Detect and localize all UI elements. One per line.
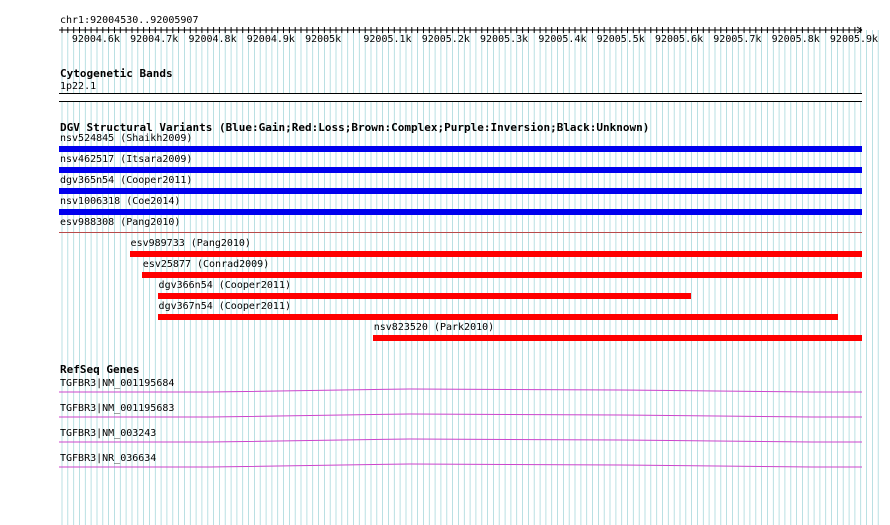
variant-label[interactable]: esv988308 (Pang2010) (60, 217, 180, 228)
variant-label[interactable]: nsv524845 (Shaikh2009) (60, 133, 192, 144)
variant-bar[interactable] (59, 188, 862, 194)
variant-label[interactable]: nsv1006318 (Coe2014) (60, 196, 180, 207)
gene-intron-line[interactable] (0, 386, 890, 396)
gene-intron-line[interactable] (0, 461, 890, 471)
ruler-tick-label: 92005.9k (829, 34, 879, 45)
ruler-tick-label: 92005k (305, 34, 342, 45)
cytoband-track-title: Cytogenetic Bands (60, 67, 173, 80)
cytoband-bar[interactable] (59, 93, 862, 102)
variant-bar[interactable] (59, 146, 862, 152)
variant-label[interactable]: nsv823520 (Park2010) (374, 322, 494, 333)
gene-intron-line[interactable] (0, 436, 890, 446)
variant-label[interactable]: esv25877 (Conrad2009) (143, 259, 269, 270)
variant-bar[interactable] (141, 272, 862, 278)
ruler-tick-label: 92004.6k (71, 34, 120, 45)
genome-browser-panel: chr1:92004530..92005907 92004.6k 92004.7k… (0, 0, 890, 525)
ruler-axis (59, 26, 863, 34)
refseq-track-title: RefSeq Genes (60, 363, 140, 376)
variant-label[interactable]: dgv366n54 (Cooper2011) (159, 280, 291, 291)
ruler-tick-label: 92005.1k (363, 34, 412, 45)
variant-bar[interactable] (59, 232, 862, 233)
ruler-tick-label: 92005.8k (771, 34, 820, 45)
ruler-tick-label: 92005.3k (480, 34, 529, 45)
variant-bar[interactable] (129, 251, 862, 257)
variant-bar[interactable] (372, 335, 862, 341)
ruler-tick-label: 92005.5k (596, 34, 645, 45)
variant-bar[interactable] (157, 314, 838, 320)
ruler-tick-label: 92004.8k (188, 34, 237, 45)
variant-label[interactable]: nsv462517 (Itsara2009) (60, 154, 192, 165)
cytoband-label[interactable]: 1p22.1 (60, 81, 96, 92)
variant-label[interactable]: esv989733 (Pang2010) (131, 238, 251, 249)
ruler-tick-label: 92005.2k (421, 34, 470, 45)
variant-label[interactable]: dgv367n54 (Cooper2011) (159, 301, 291, 312)
gene-intron-line[interactable] (0, 411, 890, 421)
ruler-tick-label: 92004.7k (130, 34, 179, 45)
variant-bar[interactable] (59, 167, 862, 173)
variant-bar[interactable] (59, 209, 862, 215)
ruler-tick-label: 92005.7k (713, 34, 762, 45)
variant-label[interactable]: dgv365n54 (Cooper2011) (60, 175, 192, 186)
ruler-tick-label: 92004.9k (246, 34, 295, 45)
ruler-tick-label: 92005.4k (538, 34, 587, 45)
ruler-tick-label: 92005.6k (654, 34, 704, 45)
variant-bar[interactable] (157, 293, 691, 299)
